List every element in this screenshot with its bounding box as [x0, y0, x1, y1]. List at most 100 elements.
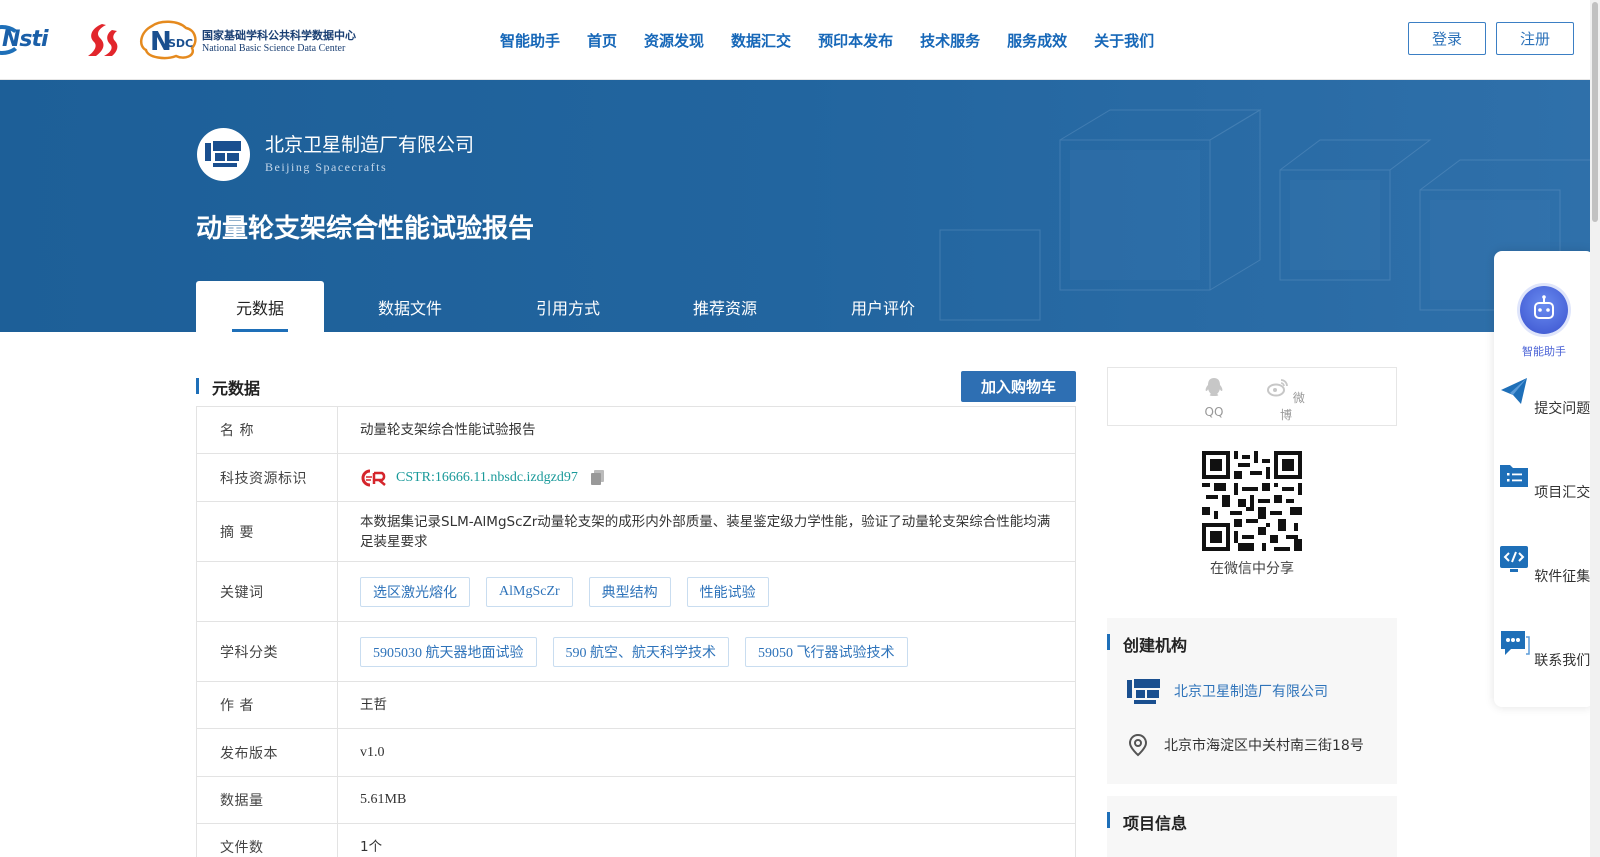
register-button[interactable]: 注册 — [1496, 22, 1574, 55]
subject-tag[interactable]: 59050 飞行器试验技术 — [745, 636, 908, 667]
row-label: 作 者 — [197, 682, 338, 728]
cas-logo-icon[interactable] — [82, 22, 120, 58]
row-label: 名 称 — [197, 407, 338, 453]
row-label: 科技资源标识 — [197, 454, 338, 501]
software-collect-button[interactable]: 软件征集 — [1494, 543, 1594, 586]
section-accent-bar — [196, 378, 199, 394]
dataset-banner: 北京卫星制造厂有限公司 Beijing Spacecrafts 动量轮支架综合性… — [0, 80, 1590, 332]
org-name-cn[interactable]: 北京卫星制造厂有限公司 — [265, 130, 474, 157]
weibo-icon — [1267, 379, 1288, 397]
assistant-label[interactable]: 智能助手 — [1494, 343, 1594, 359]
table-row-version: 发布版本 v1.0 — [197, 729, 1075, 777]
row-label: 发布版本 — [197, 729, 338, 776]
row-value: 本数据集记录SLM-AlMgScZr动量轮支架的成形内外部质量、装星鉴定级力学性… — [360, 513, 1051, 550]
assistant-robot-button[interactable] — [1520, 286, 1568, 334]
row-label: 摘 要 — [197, 502, 338, 561]
creator-address: 北京市海淀区中关村南三街18号 — [1164, 738, 1364, 754]
keyword-tag[interactable]: 性能试验 — [686, 576, 769, 607]
tab-citation[interactable]: 引用方式 — [496, 281, 640, 332]
keyword-tag[interactable]: 典型结构 — [588, 576, 671, 607]
page-title: 动量轮支架综合性能试验报告 — [196, 214, 535, 244]
table-row-files: 文件数 1个 — [197, 824, 1075, 857]
nav-item-preprint[interactable]: 预印本发布 — [818, 30, 893, 51]
nsdc-en-name: National Basic Science Data Center — [202, 42, 346, 54]
nav-item-tech-service[interactable]: 技术服务 — [920, 30, 980, 51]
metadata-table: 名 称 动量轮支架综合性能试验报告 科技资源标识 CSTR:16666.11.n… — [196, 406, 1076, 857]
share-qq[interactable]: QQ — [1194, 376, 1234, 419]
share-box: QQ 微博 — [1107, 367, 1397, 426]
panel-accent-bar — [1107, 812, 1110, 828]
row-label: 数据量 — [197, 777, 338, 823]
creator-panel-title: 创建机构 — [1123, 636, 1188, 655]
submit-question-label: 提交问题 — [1534, 401, 1591, 417]
login-button[interactable]: 登录 — [1408, 22, 1486, 55]
panel-accent-bar — [1107, 634, 1110, 650]
nav-item-home[interactable]: 首页 — [587, 30, 617, 51]
share-weibo[interactable]: 微博 — [1266, 376, 1306, 423]
project-panel-title: 项目信息 — [1123, 814, 1188, 833]
cstr-identifier[interactable]: CSTR:16666.11.nbsdc.izdgzd97 — [360, 469, 578, 487]
table-row-subjects: 学科分类 5905030 航天器地面试验 590 航空、航天科学技术 59050… — [197, 622, 1075, 682]
main-nav: 智能助手 首页 资源发现 数据汇交 预印本发布 技术服务 服务成效 关于我们 — [500, 0, 1181, 80]
creator-panel: 创建机构 北京卫星制造厂有限公司 北京市海淀区中关村南三街18号 — [1107, 618, 1397, 784]
floating-toolbar: 智能助手 提交问题 项目汇交 软件征集 联系我们 — [1494, 251, 1594, 707]
contact-us-button[interactable]: 联系我们 — [1494, 627, 1594, 670]
table-row-name: 名 称 动量轮支架综合性能试验报告 — [197, 407, 1075, 454]
row-value: 动量轮支架综合性能试验报告 — [360, 422, 536, 438]
page-scrollbar-thumb[interactable] — [1592, 2, 1598, 222]
tab-recommended[interactable]: 推荐资源 — [640, 281, 810, 332]
subject-tag[interactable]: 590 航空、航天科学技术 — [552, 636, 729, 667]
row-value: 1个 — [360, 839, 383, 855]
nsdc-cn-name: 国家基础学科公共科学数据中心 — [202, 28, 356, 42]
tab-reviews[interactable]: 用户评价 — [810, 281, 956, 332]
keyword-tag[interactable]: 选区激光熔化 — [360, 576, 470, 607]
nav-item-results[interactable]: 服务成效 — [1007, 30, 1067, 51]
tab-data-files[interactable]: 数据文件 — [324, 281, 496, 332]
creator-org-link[interactable]: 北京卫星制造厂有限公司 — [1174, 681, 1328, 701]
nav-item-submit-data[interactable]: 数据汇交 — [731, 30, 791, 51]
row-value: 5.61MB — [360, 792, 407, 807]
keyword-tag[interactable]: AlMgScZr — [486, 576, 573, 607]
nav-item-assistant[interactable]: 智能助手 — [500, 30, 560, 51]
folder-list-icon — [1499, 465, 1528, 487]
cstin-logo-text: Nsti — [2, 27, 49, 52]
submit-question-button[interactable]: 提交问题 — [1494, 375, 1594, 418]
share-qq-label: QQ — [1204, 405, 1224, 419]
detail-tabs: 元数据 数据文件 引用方式 推荐资源 用户评价 — [196, 281, 956, 332]
wechat-qr-code — [1202, 451, 1302, 551]
wechat-share-caption: 在微信中分享 — [1210, 561, 1294, 577]
project-submit-button[interactable]: 项目汇交 — [1494, 459, 1594, 502]
nsdc-logo[interactable]: N SDC 国家基础学科公共科学数据中心 National Basic Scie… — [138, 20, 356, 60]
cstin-logo[interactable]: Nsti — [0, 23, 66, 57]
add-to-cart-button[interactable]: 加入购物车 — [961, 371, 1076, 402]
project-submit-label: 项目汇交 — [1534, 485, 1591, 501]
table-row-cstr: 科技资源标识 CSTR:16666.11.nbsdc.izdgzd97 — [197, 454, 1075, 502]
keyword-tags: 选区激光熔化 AlMgScZr 典型结构 性能试验 — [338, 562, 1075, 621]
table-row-size: 数据量 5.61MB — [197, 777, 1075, 824]
contact-us-label: 联系我们 — [1534, 653, 1591, 669]
nav-item-discover[interactable]: 资源发现 — [644, 30, 704, 51]
row-label: 学科分类 — [197, 622, 338, 681]
row-value: v1.0 — [360, 744, 385, 760]
nsdc-logo-text: 国家基础学科公共科学数据中心 National Basic Science Da… — [202, 27, 356, 54]
metadata-section-header: 元数据 加入购物车 — [196, 370, 1076, 402]
software-collect-label: 软件征集 — [1534, 569, 1591, 585]
org-logo-icon — [204, 140, 241, 167]
row-value: CSTR:16666.11.nbsdc.izdgzd97 — [338, 454, 1075, 501]
cstr-logo-icon — [361, 469, 386, 486]
location-icon — [1128, 733, 1148, 757]
chat-bubble-icon — [1500, 631, 1530, 655]
row-value: 王哲 — [360, 697, 387, 713]
paper-plane-icon — [1500, 378, 1527, 404]
nav-item-about[interactable]: 关于我们 — [1094, 30, 1154, 51]
copy-icon[interactable] — [590, 469, 606, 486]
table-row-keywords: 关键词 选区激光熔化 AlMgScZr 典型结构 性能试验 — [197, 562, 1075, 622]
cstr-link[interactable]: CSTR:16666.11.nbsdc.izdgzd97 — [396, 470, 578, 486]
row-label: 关键词 — [197, 562, 338, 621]
top-header: Nsti N SDC 国家基础学科公共科学数据中心 National Basic… — [0, 0, 1590, 80]
tab-metadata[interactable]: 元数据 — [196, 281, 324, 332]
qq-icon — [1205, 378, 1223, 396]
org-logo[interactable] — [197, 128, 250, 181]
subject-tag[interactable]: 5905030 航天器地面试验 — [360, 636, 537, 667]
robot-icon — [1534, 295, 1554, 319]
